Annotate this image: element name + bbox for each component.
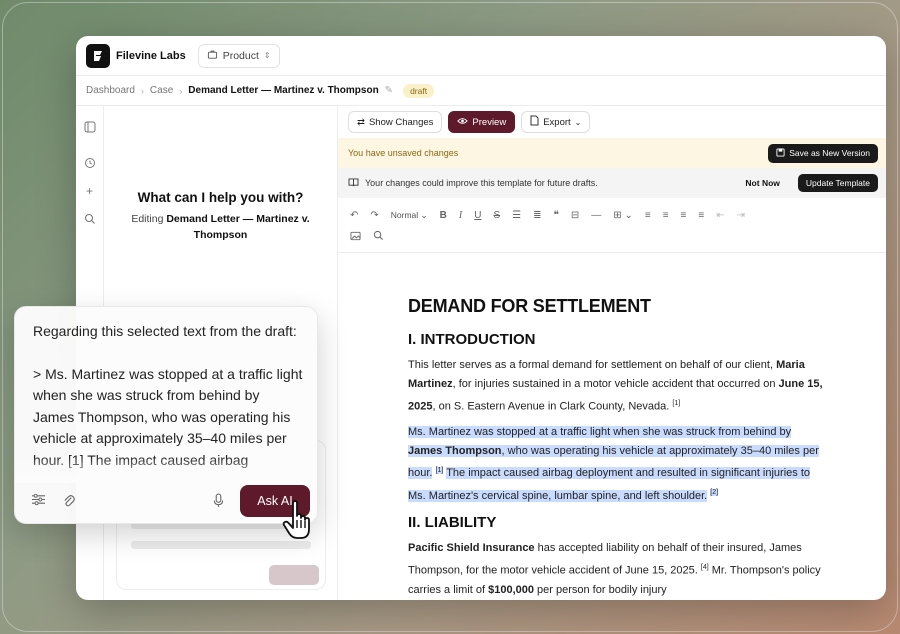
align-center-icon[interactable]: ≡ <box>663 210 669 221</box>
plus-icon[interactable]: + <box>83 184 97 198</box>
align-left-icon[interactable]: ≡ <box>645 210 651 221</box>
format-toolbar-row-2 <box>338 226 886 248</box>
preview-label: Preview <box>472 116 507 128</box>
chat-subtitle: Editing Demand Letter — Martinez v. Thom… <box>124 211 317 243</box>
image-icon[interactable] <box>350 231 361 244</box>
chevron-updown-icon: ⇕ <box>263 51 271 60</box>
prompt-intro: Regarding this selected text from the dr… <box>33 323 297 339</box>
breadcrumb-current: Demand Letter — Martinez v. Thompson <box>188 85 379 96</box>
brand-logo-icon[interactable] <box>86 43 110 68</box>
book-icon <box>348 177 359 189</box>
save-new-version-label: Save as New Version <box>789 148 870 158</box>
underline-icon[interactable]: U <box>474 210 481 221</box>
document-body[interactable]: DEMAND FOR SETTLEMENT I. INTRODUCTION Th… <box>408 296 828 600</box>
paragraph-liability: Pacific Shield Insurance has accepted li… <box>408 541 821 596</box>
paragraph-selected: Ms. Martinez was stopped at a traffic li… <box>408 425 819 502</box>
chevron-right-icon: › <box>179 85 183 96</box>
update-template-button[interactable]: Update Template <box>797 174 878 192</box>
bold-icon[interactable]: B <box>440 210 447 221</box>
template-suggestion-banner: Your changes could improve this template… <box>338 168 886 198</box>
outdent-icon[interactable]: ⇤ <box>716 210 724 221</box>
quote-icon[interactable]: ❝ <box>554 210 559 221</box>
top-bar: Filevine Labs Product ⇕ <box>76 36 886 76</box>
numbered-list-icon[interactable]: ≣ <box>533 210 541 221</box>
unsaved-banner: You have unsaved changes Save as New Ver… <box>338 138 886 168</box>
prompt-quote: > Ms. Martinez was stopped at a traffic … <box>33 365 303 468</box>
bullet-list-icon[interactable]: ☰ <box>512 210 521 221</box>
breadcrumb-case[interactable]: Case <box>150 85 173 96</box>
briefcase-icon <box>207 49 218 63</box>
horizontal-rule-icon[interactable]: — <box>591 210 601 221</box>
save-icon <box>776 147 785 159</box>
undo-icon[interactable]: ↶ <box>350 210 358 221</box>
prompt-tools <box>31 493 75 511</box>
history-icon[interactable] <box>83 156 97 170</box>
breadcrumb-dashboard[interactable]: Dashboard <box>86 85 135 96</box>
table-icon[interactable]: ⊞ ⌄ <box>613 210 633 221</box>
chevron-right-icon: › <box>140 85 144 96</box>
section-heading-introduction: I. INTRODUCTION <box>408 331 536 348</box>
preview-button[interactable]: Preview <box>448 111 516 133</box>
editing-prefix: Editing <box>131 213 164 225</box>
show-changes-label: Show Changes <box>368 116 434 128</box>
template-suggestion-text: Your changes could improve this template… <box>365 178 598 188</box>
paragraph-intro: This letter serves as a formal demand fo… <box>408 359 823 413</box>
citation-marker[interactable]: [4] <box>701 564 709 571</box>
section-heading-liability: II. LIABILITY <box>408 513 497 531</box>
export-label: Export <box>543 116 571 128</box>
find-icon[interactable] <box>373 230 384 244</box>
microphone-icon[interactable] <box>213 493 224 511</box>
status-badge: draft <box>403 83 435 98</box>
diff-icon: ⇄ <box>357 116 365 128</box>
collapse-sidebar-icon[interactable] <box>83 120 97 134</box>
document-title: DEMAND FOR SETTLEMENT <box>408 296 651 316</box>
export-button[interactable]: Export ⌄ <box>521 111 591 133</box>
sliders-icon[interactable] <box>31 493 46 511</box>
search-icon[interactable] <box>83 212 97 226</box>
ai-prompt-card[interactable]: Regarding this selected text from the dr… <box>14 306 318 524</box>
hand-cursor-icon <box>280 500 316 547</box>
editor-pane: ⇄ Show Changes Preview Export ⌄ You have… <box>338 106 886 600</box>
brand-name: Filevine Labs <box>116 49 186 62</box>
align-right-icon[interactable]: ≡ <box>681 210 687 221</box>
chat-title: What can I help you with? <box>137 190 304 205</box>
italic-icon[interactable]: I <box>459 210 462 221</box>
citation-marker[interactable]: [1] <box>672 400 680 407</box>
toolbar-divider <box>338 252 886 253</box>
not-now-button[interactable]: Not Now <box>745 178 779 188</box>
citation-marker[interactable]: [1] <box>435 466 444 474</box>
editing-doc-name: Demand Letter — Martinez v. Thompson <box>166 213 310 241</box>
paperclip-icon[interactable] <box>62 493 75 511</box>
product-label: Product <box>222 49 259 62</box>
product-switcher[interactable]: Product ⇕ <box>197 43 280 68</box>
editor-toolbar: ⇄ Show Changes Preview Export ⌄ <box>338 106 886 138</box>
pencil-icon[interactable]: ✎ <box>385 85 393 96</box>
prompt-fade <box>15 457 317 483</box>
unsaved-text: You have unsaved changes <box>348 148 459 158</box>
code-block-icon[interactable]: ⊟ <box>571 210 579 221</box>
text-style-select[interactable]: Normal ⌄ <box>391 210 428 221</box>
indent-icon[interactable]: ⇥ <box>737 210 745 221</box>
align-justify-icon[interactable]: ≡ <box>698 210 704 221</box>
file-export-icon <box>530 115 539 129</box>
chevron-down-icon: ⌄ <box>574 117 582 127</box>
save-new-version-button[interactable]: Save as New Version <box>768 143 878 163</box>
show-changes-button[interactable]: ⇄ Show Changes <box>348 111 443 133</box>
eye-icon <box>457 117 469 128</box>
format-toolbar-row-1: ↶ ↷ Normal ⌄ B I U S ☰ ≣ ❝ ⊟ — ⊞ ⌄ ≡ ≡ ≡… <box>338 204 886 226</box>
citation-marker[interactable]: [2] <box>710 489 719 497</box>
breadcrumb: Dashboard › Case › Demand Letter — Marti… <box>76 76 886 106</box>
strikethrough-icon[interactable]: S <box>493 210 500 221</box>
redo-icon[interactable]: ↷ <box>370 210 378 221</box>
